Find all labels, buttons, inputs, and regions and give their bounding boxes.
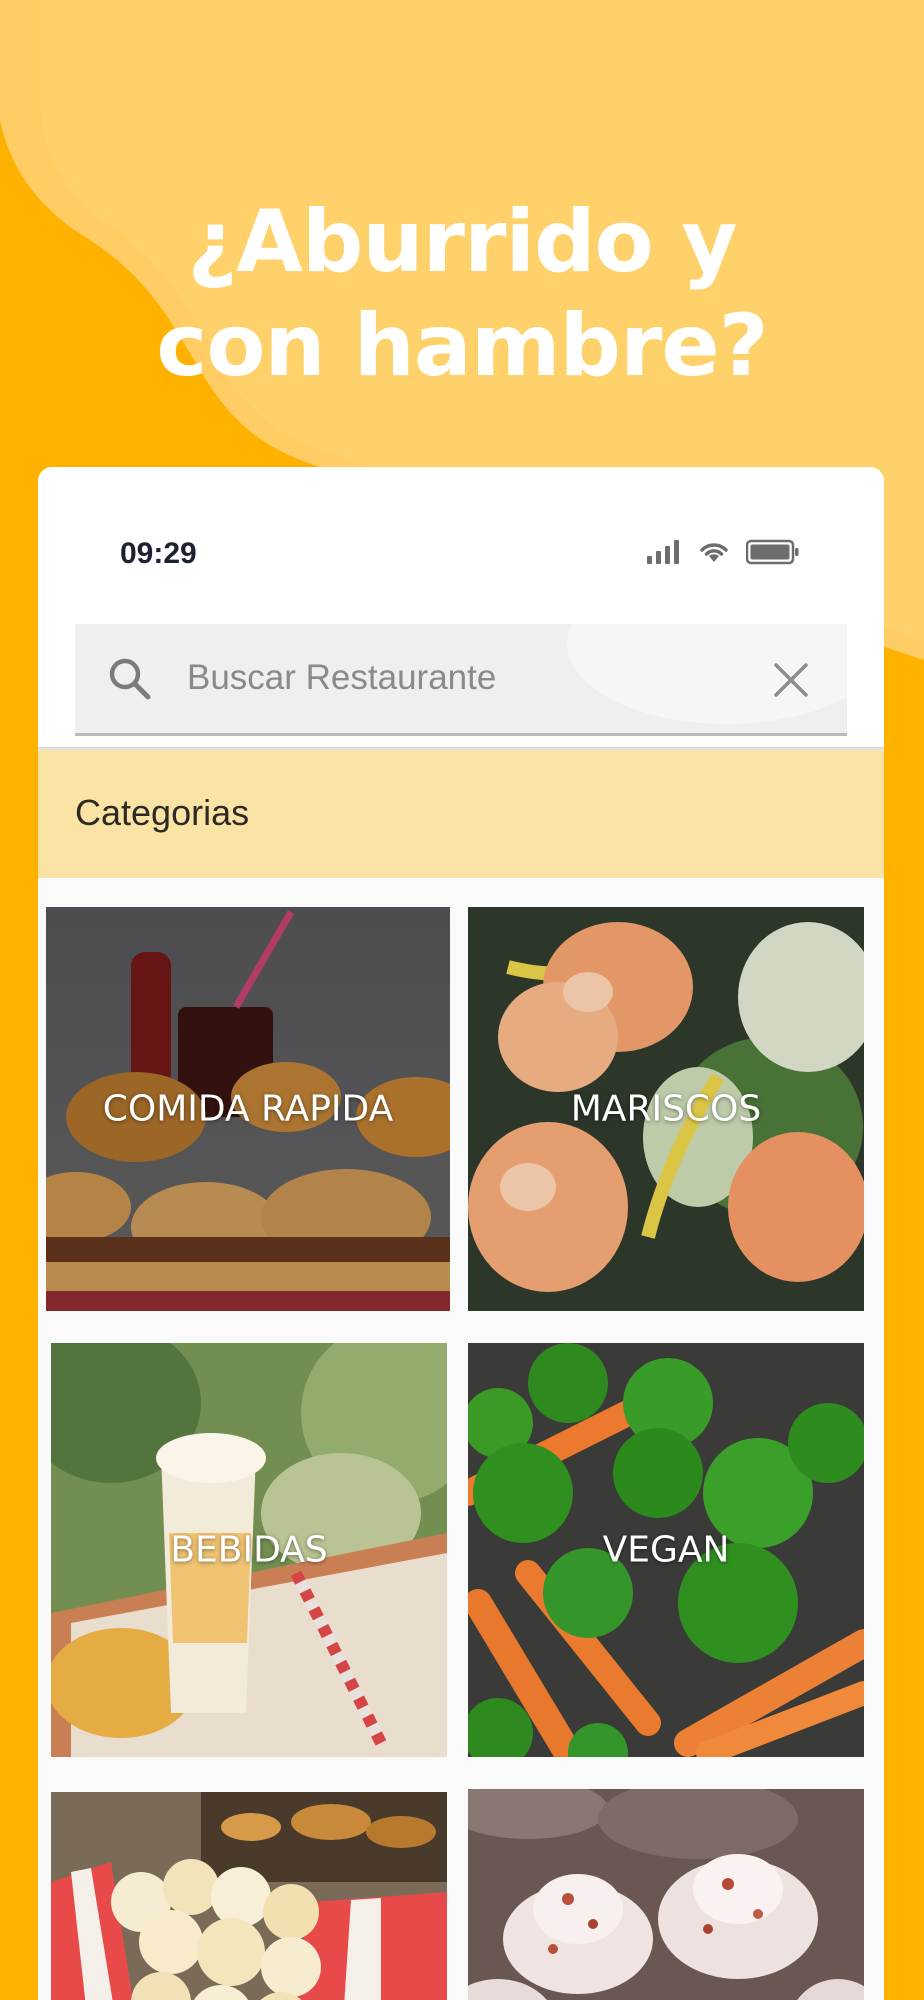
- search-input[interactable]: [185, 648, 745, 708]
- category-tile-drinks[interactable]: BEBIDAS: [51, 1343, 447, 1757]
- status-icons: [646, 539, 800, 565]
- search-icon: [109, 658, 151, 700]
- close-icon[interactable]: [773, 662, 809, 698]
- popcorn-image: [51, 1792, 447, 2000]
- battery-icon: [746, 539, 799, 565]
- category-label: BEBIDAS: [170, 1529, 328, 1571]
- category-label: MARISCOS: [570, 1088, 762, 1130]
- category-tile-desserts[interactable]: [468, 1789, 864, 2000]
- promo-screen: ¿Aburrido y con hambre? 09:29 Buscar Res…: [0, 0, 924, 2000]
- headline-line-1: ¿Aburrido y: [187, 192, 737, 292]
- cellular-signal-icon: [647, 540, 679, 564]
- wifi-icon: [700, 543, 728, 562]
- category-label: VEGAN: [602, 1529, 730, 1571]
- categories-title: Categorias: [75, 792, 250, 833]
- dessert-image: [468, 1789, 864, 2000]
- promo-headline: ¿Aburrido y con hambre?: [0, 190, 924, 398]
- categories-header: Categorias: [38, 750, 884, 878]
- category-label: COMIDA RAPIDA: [102, 1088, 394, 1130]
- headline-line-2: con hambre?: [156, 296, 768, 396]
- status-time: 09:29: [120, 537, 197, 570]
- search-bar[interactable]: [75, 624, 847, 736]
- category-tile-seafood[interactable]: MARISCOS: [468, 907, 864, 1311]
- category-tile-vegan[interactable]: VEGAN: [468, 1343, 864, 1757]
- phone-mockup: 09:29 Buscar Restaurante Categorias COMI…: [38, 467, 884, 2000]
- status-bar: 09:29: [38, 467, 884, 747]
- category-tile-snacks[interactable]: [51, 1792, 447, 2000]
- category-tile-fast-food[interactable]: COMIDA RAPIDA: [46, 907, 450, 1311]
